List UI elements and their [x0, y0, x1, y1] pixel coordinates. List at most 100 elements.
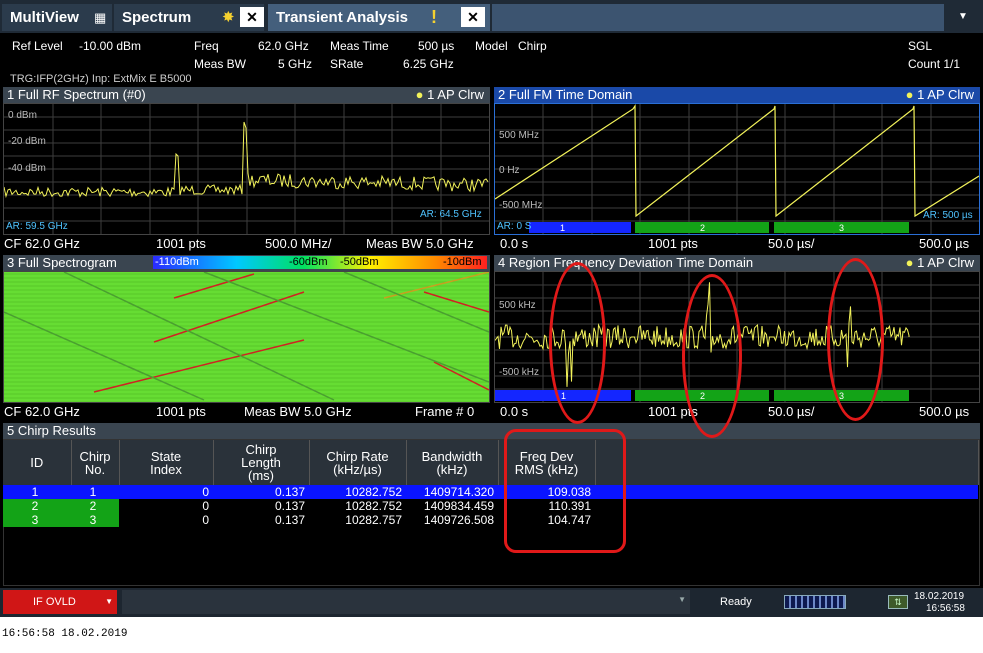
freq-value: 62.0 GHz: [258, 39, 309, 53]
w4-title: 4 Region Frequency Deviation Time Domain: [498, 255, 754, 270]
col-state-index[interactable]: State Index: [119, 440, 214, 485]
w4-ylabel-0: 500 kHz: [499, 300, 536, 311]
cell-chirp-no: 2: [71, 499, 119, 513]
cell-state-index: 0: [202, 513, 209, 527]
network-icon[interactable]: ⇅: [888, 595, 908, 609]
w2-segment-3-label: 3: [839, 223, 844, 233]
table-row[interactable]: 3 3 0 0.137 10282.757 1409726.508 104.74…: [3, 513, 978, 527]
w2-titlebar[interactable]: 2 Full FM Time Domain ● 1 AP Clrw: [494, 87, 980, 103]
parameter-bar: Ref Level -10.00 dBm Freq 62.0 GHz Meas …: [0, 33, 983, 86]
w1-trace: 1 AP Clrw: [427, 87, 484, 102]
w3-footer-cf: CF 62.0 GHz: [4, 404, 80, 419]
status-time: 16:56:58: [926, 603, 965, 614]
dropdown-arrow-icon[interactable]: ▼: [678, 595, 686, 604]
table-header-row: ID Chirp No. State Index Chirp Length (m…: [3, 440, 979, 485]
dropdown-arrow-icon: ▼: [105, 597, 113, 606]
chevron-down-icon[interactable]: ▼: [958, 12, 968, 22]
w2-footer-div: 50.0 µs/: [768, 236, 815, 251]
close-spectrum-icon[interactable]: ✕: [240, 7, 264, 27]
w1-ylabel-1: -20 dBm: [8, 136, 46, 147]
w1-footer-span: 500.0 MHz/: [265, 236, 332, 251]
w2-segment-1-label: 1: [560, 223, 565, 233]
w1-svg: 0 dBm -20 dBm -40 dBm AR: 59.5 GHz AR: 6…: [3, 104, 489, 234]
cell-spacer: [595, 499, 978, 513]
w2-segment-1: [529, 222, 631, 233]
cell-chirp-length: 0.137: [274, 485, 305, 499]
cell-id: 3: [3, 513, 71, 527]
w2-ylabel-0: 500 MHz: [499, 130, 539, 141]
col-chirp-length[interactable]: Chirp Length (ms): [213, 440, 310, 485]
w1-titlebar[interactable]: 1 Full RF Spectrum (#0) ● 1 AP Clrw: [3, 87, 490, 103]
srate-label: SRate: [330, 57, 364, 71]
w2-footer-stop: 500.0 µs: [919, 236, 970, 251]
annotation-circle-3: [827, 258, 884, 421]
ref-level-value: -10.00 dBm: [79, 39, 142, 53]
annotation-circle-1: [549, 262, 606, 424]
tab-transient-analysis[interactable]: Transient Analysis: [268, 4, 490, 31]
cell-id: 2: [3, 499, 71, 513]
tab-bar-fill: [492, 4, 944, 31]
trace-dot-icon: ●: [905, 87, 914, 102]
if-ovld-indicator[interactable]: IF OVLD ▼: [3, 590, 117, 614]
w4-footer-start: 0.0 s: [500, 404, 529, 419]
grid-icon: ▦: [94, 10, 107, 25]
w4-footer-div: 50.0 µs/: [768, 404, 815, 419]
meas-time-label: Meas Time: [330, 39, 389, 53]
model-value: Chirp: [518, 39, 547, 53]
ref-level-label: Ref Level: [12, 39, 63, 53]
annotation-circle-2: [682, 274, 742, 438]
w1-footer-cf: CF 62.0 GHz: [4, 236, 80, 251]
w3-footer: CF 62.0 GHz 1001 pts Meas BW 5.0 GHz Fra…: [3, 404, 490, 420]
meas-bw-label: Meas BW: [194, 57, 247, 71]
w1-plot[interactable]: 0 dBm -20 dBm -40 dBm AR: 59.5 GHz AR: 6…: [3, 103, 490, 235]
table-row[interactable]: 1 1 0 0.137 10282.752 1409714.320 109.03…: [3, 485, 978, 499]
status-message-area: ▼: [122, 590, 690, 614]
cell-chirp-length: 0.137: [274, 499, 305, 513]
w3-scale-max: -10dBm: [443, 256, 482, 268]
cell-chirp-length: 0.137: [274, 513, 305, 527]
w1-footer-bw: Meas BW 5.0 GHz: [366, 236, 474, 251]
w1-footer: CF 62.0 GHz 1001 pts 500.0 MHz/ Meas BW …: [3, 236, 490, 252]
tab-transient-label: Transient Analysis: [276, 9, 408, 26]
cell-chirp-rate: 10282.752: [345, 485, 402, 499]
col-chirp-no[interactable]: Chirp No.: [71, 440, 120, 485]
cell-chirp-rate: 10282.752: [345, 499, 402, 513]
cell-chirp-no: 3: [71, 513, 119, 527]
w1-ylabel-2: -40 dBm: [8, 163, 46, 174]
w3-spectrogram[interactable]: [3, 271, 490, 403]
w4-footer-stop: 500.0 µs: [919, 404, 970, 419]
w1-trace-label: ● 1 AP Clrw: [416, 87, 484, 103]
w3-scale-mid2: -50dBm: [340, 256, 379, 268]
w1-footer-pts: 1001 pts: [156, 236, 206, 251]
cell-spacer: [595, 485, 978, 499]
col-id[interactable]: ID: [3, 440, 72, 485]
w2-footer-pts: 1001 pts: [648, 236, 698, 251]
annotation-rect-freq-dev: [504, 429, 626, 553]
ready-status: Ready: [720, 596, 752, 608]
freq-label: Freq: [194, 39, 219, 53]
cell-state-index: 0: [202, 499, 209, 513]
tab-multiview-label: MultiView: [10, 9, 79, 26]
w4-trace: 1 AP Clrw: [917, 255, 974, 270]
w5-titlebar[interactable]: 5 Chirp Results: [3, 423, 980, 439]
cell-state-index: 0: [202, 485, 209, 499]
close-transient-icon[interactable]: ✕: [461, 7, 485, 27]
table-row[interactable]: 2 2 0 0.137 10282.752 1409834.459 110.39…: [3, 499, 978, 513]
w2-footer-start: 0.0 s: [500, 236, 529, 251]
w3-scale-min: -110dBm: [155, 256, 199, 268]
w2-plot[interactable]: 500 MHz 0 Hz -500 MHz 1 2 3 AR: 0 S AR: …: [494, 103, 980, 235]
col-chirp-rate[interactable]: Chirp Rate (kHz/µs): [309, 440, 407, 485]
col-bandwidth[interactable]: Bandwidth (kHz): [406, 440, 499, 485]
warning-icon: !: [431, 7, 437, 27]
w2-trace: 1 AP Clrw: [917, 87, 974, 102]
w1-ar-right: AR: 64.5 GHz: [420, 209, 482, 220]
w1-title: 1 Full RF Spectrum (#0): [7, 87, 146, 102]
status-date: 18.02.2019: [914, 591, 965, 602]
sgl-indicator: SGL: [908, 39, 933, 53]
meas-bw-value: 5 GHz: [278, 57, 313, 71]
w1-spectrum-trace: [3, 121, 489, 199]
count-indicator: Count 1/1: [908, 57, 961, 71]
cell-chirp-no: 1: [89, 485, 97, 499]
w2-title: 2 Full FM Time Domain: [498, 87, 633, 102]
w2-trace-label: ● 1 AP Clrw: [906, 87, 974, 103]
